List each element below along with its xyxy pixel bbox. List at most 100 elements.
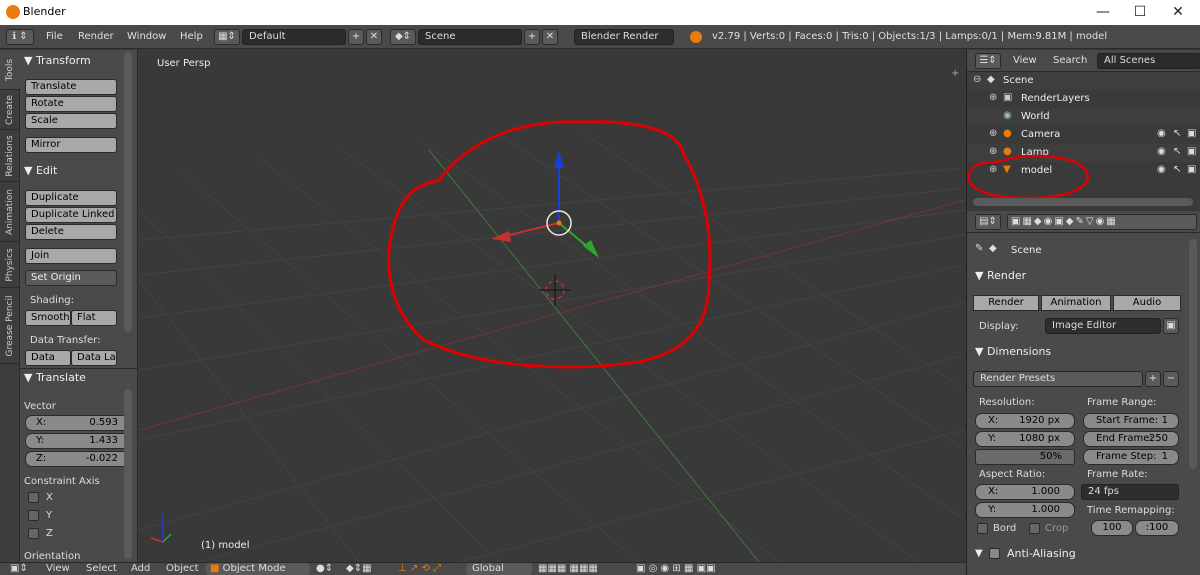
remove-preset-icon[interactable]: −	[1163, 371, 1179, 387]
frame-rate-dropdown[interactable]: 24 fps	[1081, 484, 1179, 500]
outliner-row-world[interactable]: ◉ World	[967, 108, 1200, 126]
menu-add[interactable]: Add	[131, 563, 150, 575]
render-presets-dropdown[interactable]: Render Presets	[973, 371, 1143, 387]
dimensions-panel-header[interactable]: ▼ Dimensions	[975, 343, 1085, 361]
pivot-icon[interactable]: ◆⇕▦	[346, 563, 372, 575]
animation-button[interactable]: Animation	[1041, 295, 1111, 311]
menu-object[interactable]: Object	[166, 563, 199, 575]
selectable-cursor-icon[interactable]: ↖	[1173, 146, 1181, 157]
3d-viewport[interactable]: User Persp (1) model +	[139, 50, 965, 562]
menu-view[interactable]: View	[46, 563, 70, 575]
outliner-search-menu[interactable]: Search	[1053, 53, 1087, 69]
render-engine-dropdown[interactable]: Blender Render	[574, 29, 674, 45]
tab-create[interactable]: Create	[0, 90, 20, 130]
properties-context-tabs[interactable]: ▣▦◆◉▣◆✎▽◉▦	[1007, 214, 1197, 230]
remove-scene-icon[interactable]: ✕	[542, 29, 558, 45]
duplicate-linked-button[interactable]: Duplicate Linked	[25, 207, 117, 223]
properties-scrollbar[interactable]	[1189, 239, 1197, 469]
selectable-cursor-icon[interactable]: ↖	[1173, 164, 1181, 175]
viewport-extra-icons[interactable]: ▣ ◎ ◉ ⊞ ▦ ▣▣	[636, 563, 716, 575]
aspect-x-field[interactable]: X: 1.000	[975, 484, 1075, 500]
flat-button[interactable]: Flat	[71, 310, 117, 326]
visibility-eye-icon[interactable]: ◉	[1157, 128, 1166, 139]
editor-type-icon[interactable]: ▣⇕	[10, 563, 28, 575]
outliner-row-renderlayers[interactable]: ⊕ ▣ RenderLayers	[967, 90, 1200, 108]
viewport-add-icon[interactable]: +	[951, 68, 959, 79]
tab-tools[interactable]: Tools	[0, 50, 20, 90]
add-scene-icon[interactable]: +	[524, 29, 540, 45]
render-camera-icon[interactable]: ▣	[1187, 128, 1196, 139]
expand-icon[interactable]: ⊖	[973, 74, 981, 85]
add-layout-icon[interactable]: +	[348, 29, 364, 45]
frame-step-field[interactable]: Frame Step: 1	[1083, 449, 1179, 465]
start-frame-field[interactable]: Start Frame: 1	[1083, 413, 1179, 429]
anti-aliasing-panel-header[interactable]: Anti-Aliasing	[1007, 547, 1076, 560]
mode-dropdown[interactable]: ■ Object Mode	[206, 563, 310, 575]
duplicate-button[interactable]: Duplicate	[25, 190, 117, 206]
operator-scrollbar[interactable]	[124, 389, 132, 559]
shading-mode-icon[interactable]: ●⇕	[316, 563, 333, 575]
translate-panel-header[interactable]: ▼ Translate	[24, 369, 134, 387]
manipulator-icons[interactable]: ⊥ ↗ ⟲ ⤢	[398, 563, 441, 575]
edit-panel-header[interactable]: ▼ Edit	[24, 162, 134, 180]
menu-file[interactable]: File	[46, 29, 63, 45]
render-camera-icon[interactable]: ▣	[1187, 164, 1196, 175]
vector-z-field[interactable]: Z: -0.022	[25, 451, 131, 467]
scale-button[interactable]: Scale	[25, 113, 117, 129]
resolution-percentage-slider[interactable]: 50%	[975, 449, 1075, 465]
tab-grease-pencil[interactable]: Grease Pencil	[0, 288, 20, 364]
menu-help[interactable]: Help	[180, 29, 203, 45]
menu-render[interactable]: Render	[78, 29, 114, 45]
join-button[interactable]: Join	[25, 248, 117, 264]
transform-panel-header[interactable]: ▼ Transform	[24, 52, 134, 70]
crop-checkbox[interactable]	[1029, 523, 1040, 534]
maximize-button[interactable]: ☐	[1125, 2, 1155, 22]
scene-field[interactable]: Scene	[418, 29, 522, 45]
menu-window[interactable]: Window	[127, 29, 166, 45]
vector-x-field[interactable]: X: 0.593	[25, 415, 131, 431]
set-origin-dropdown[interactable]: Set Origin	[25, 270, 117, 286]
menu-select[interactable]: Select	[86, 563, 117, 575]
render-camera-icon[interactable]: ▣	[1187, 146, 1196, 157]
render-button[interactable]: Render	[973, 295, 1039, 311]
constraint-y-checkbox[interactable]	[28, 510, 39, 521]
smooth-button[interactable]: Smooth	[25, 310, 71, 326]
end-frame-field[interactable]: End Frame: 250	[1083, 431, 1179, 447]
display-extra-icon[interactable]: ▣	[1163, 318, 1179, 334]
close-button[interactable]: ✕	[1163, 2, 1193, 22]
rotate-button[interactable]: Rotate	[25, 96, 117, 112]
layers-grid[interactable]: ▦▦▦ ▦▦▦	[538, 563, 598, 575]
layout-field[interactable]: Default	[242, 29, 346, 45]
tab-relations[interactable]: Relations	[0, 130, 20, 182]
outliner-row-camera[interactable]: ⊕ ● Camera ◉ ↖ ▣	[967, 126, 1200, 144]
vector-y-field[interactable]: Y: 1.433	[25, 433, 131, 449]
delete-button[interactable]: Delete	[25, 224, 117, 240]
anti-aliasing-collapse-icon[interactable]: ▼	[975, 548, 983, 559]
anti-aliasing-checkbox[interactable]	[989, 548, 1000, 559]
scene-icon[interactable]: ◆⇕	[390, 29, 416, 45]
resolution-y-field[interactable]: Y: 1080 px	[975, 431, 1075, 447]
properties-editor-icon[interactable]: ▤⇕	[975, 214, 1001, 230]
add-preset-icon[interactable]: +	[1145, 371, 1161, 387]
data-layout-button[interactable]: Data La	[71, 350, 117, 366]
visibility-eye-icon[interactable]: ◉	[1157, 164, 1166, 175]
outliner-view-menu[interactable]: View	[1013, 53, 1037, 69]
border-checkbox[interactable]	[977, 523, 988, 534]
audio-button[interactable]: Audio	[1113, 295, 1181, 311]
minimize-button[interactable]: —	[1088, 2, 1118, 22]
shelf-scrollbar[interactable]	[124, 52, 132, 332]
remap-old-field[interactable]: 100	[1091, 520, 1133, 536]
outliner-editor-icon[interactable]: ☰⇕	[975, 53, 1001, 69]
aspect-y-field[interactable]: Y: 1.000	[975, 502, 1075, 518]
orientation-dropdown[interactable]: Global	[466, 563, 532, 575]
expand-icon[interactable]: ⊕	[989, 128, 997, 139]
editor-type-info-icon[interactable]: ℹ ⇕	[6, 29, 34, 45]
remap-new-field[interactable]: :100	[1135, 520, 1179, 536]
mirror-button[interactable]: Mirror	[25, 137, 117, 153]
translate-button[interactable]: Translate	[25, 79, 117, 95]
display-dropdown[interactable]: Image Editor	[1045, 318, 1161, 334]
pin-icon[interactable]: ✎	[975, 243, 983, 254]
constraint-z-checkbox[interactable]	[28, 528, 39, 539]
tab-animation[interactable]: Animation	[0, 182, 20, 242]
outliner-scrollbar[interactable]	[973, 198, 1193, 206]
